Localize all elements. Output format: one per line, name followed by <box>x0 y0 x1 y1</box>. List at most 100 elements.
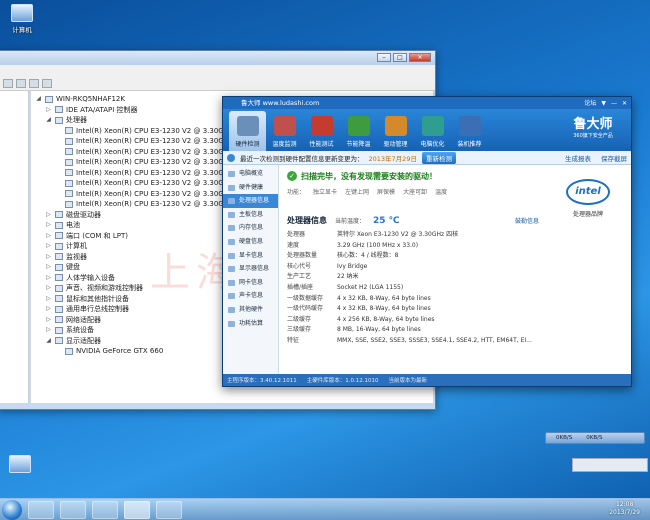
sidebar-item[interactable]: 网卡信息 <box>223 276 278 290</box>
tree-node-label: 端口 (COM 和 LPT) <box>66 231 128 240</box>
function-option[interactable]: 大座可卸 <box>403 187 427 196</box>
desktop-gadget[interactable] <box>572 458 648 472</box>
generate-report-link[interactable]: 生成报表 <box>565 153 591 163</box>
ludashi-footer: 主程序版本：3.40.12.1011 主硬件库版本：1.0.12.1010 当前… <box>223 374 631 386</box>
expand-icon[interactable]: ▷ <box>45 262 52 273</box>
taskbar-ie[interactable] <box>28 500 54 519</box>
ludashi-window[interactable]: 鲁大师 www.ludashi.com 论坛 ▼ — ✕ 硬件检测 温度监测 性能测… <box>222 96 632 387</box>
expand-icon[interactable]: ▷ <box>45 231 52 242</box>
recheck-button[interactable]: 重新检测 <box>421 151 456 164</box>
device-icon <box>55 116 63 124</box>
cpu-info-key: 三级缓存 <box>287 326 312 334</box>
ludashi-main: ✓ 扫描完毕，没有发现需要安装的驱动！ 功能： 独立显卡 左键上网 屏保模 大座可卸温… <box>281 165 545 374</box>
sidebar-item[interactable]: 显卡信息 <box>223 249 278 263</box>
cpu-info-value: 3.29 GHz (100 MHz x 33.0) <box>337 241 419 249</box>
function-option[interactable]: 温度 <box>435 187 447 196</box>
function-option[interactable]: 屏保模 <box>377 187 395 196</box>
desktop-icon-unlabeled[interactable] <box>0 455 40 475</box>
sidebar-item[interactable]: 主板信息 <box>223 208 278 222</box>
tab-label: 节能降温 <box>346 141 371 148</box>
expand-icon[interactable]: ▷ <box>45 294 52 305</box>
device-icon <box>55 253 63 261</box>
tree-node-label: 显示适配器 <box>66 336 101 345</box>
tree-node-label: Intel(R) Xeon(R) CPU E3-1230 V2 @ 3.30GH… <box>76 126 233 135</box>
taskbar-explorer[interactable] <box>60 500 86 519</box>
function-label: 功能： <box>287 188 306 196</box>
sidebar-item[interactable]: 功耗估算 <box>223 317 278 331</box>
tab-6[interactable]: 装机推荐 <box>451 111 488 151</box>
taskbar-ludashi[interactable] <box>124 500 150 519</box>
ludashi-sidebar: 电脑概览 硬件健康 处理器信息 主板信息 内存信息 硬盘信息 显卡信息 显示器信息 网卡信息 声卡… <box>223 165 279 374</box>
clock[interactable]: 12:08 2013/7/29 <box>609 501 640 517</box>
sidebar-item[interactable]: 处理器信息 <box>223 194 278 208</box>
expand-icon[interactable]: ▷ <box>45 315 52 326</box>
expand-icon[interactable]: ▷ <box>45 283 52 294</box>
intel-caption: 处理器品牌 <box>572 211 603 218</box>
device-icon <box>65 137 73 145</box>
device-icon <box>55 242 63 250</box>
tree-node-label: NVIDIA GeForce GTX 660 <box>76 347 164 355</box>
device-icon <box>65 148 73 156</box>
tree-node-label: 通用串行总线控制器 <box>66 305 129 313</box>
tab-1[interactable]: 温度监测 <box>266 111 303 151</box>
expand-icon[interactable]: ▷ <box>45 325 52 336</box>
tree-node-label: 键盘 <box>66 263 80 271</box>
expand-icon[interactable]: ▷ <box>45 304 52 315</box>
sidebar-item[interactable]: 声卡信息 <box>223 289 278 303</box>
start-button[interactable] <box>2 499 22 520</box>
device-manager-titlebar[interactable]: – □ ✕ <box>0 51 435 65</box>
properties-icon[interactable] <box>29 79 39 88</box>
expand-icon[interactable]: ◢ <box>45 336 52 347</box>
device-icon <box>65 179 73 187</box>
scan-status-text: 扫描完毕，没有发现需要安装的驱动！ <box>301 171 437 181</box>
expand-icon[interactable]: ▷ <box>45 220 52 231</box>
tab-2[interactable]: 性能测试 <box>303 111 340 151</box>
close-icon[interactable]: ✕ <box>409 53 431 62</box>
taskbar-device-manager[interactable] <box>156 500 182 519</box>
cpu-info-value: MMX, SSE, SSE2, SSE3, SSSE3, SSE4.1, SSE… <box>337 336 532 344</box>
desktop-icon-computer[interactable]: 计算机 <box>2 4 42 34</box>
expand-icon[interactable]: ◢ <box>45 115 52 126</box>
sidebar-item[interactable]: 硬盘信息 <box>223 235 278 249</box>
forward-icon[interactable] <box>16 79 26 88</box>
detail-link[interactable]: 鼓勒信息 <box>515 216 539 225</box>
expand-icon[interactable]: ◢ <box>35 94 42 105</box>
help-icon[interactable] <box>42 79 52 88</box>
back-icon[interactable] <box>3 79 13 88</box>
cpu-info-row: 速度 3.29 GHz (100 MHz x 33.0) <box>287 241 539 252</box>
ludashi-titlebar[interactable]: 鲁大师 www.ludashi.com 论坛 ▼ — ✕ <box>223 97 631 109</box>
tab-5[interactable]: 电脑优化 <box>414 111 451 151</box>
sidebar-item[interactable]: 其他硬件 <box>223 303 278 317</box>
device-icon <box>45 95 53 103</box>
device-icon <box>55 305 63 313</box>
save-screenshot-link[interactable]: 保存截屏 <box>601 153 627 163</box>
sidebar-item[interactable]: 内存信息 <box>223 221 278 235</box>
expand-icon[interactable]: ▷ <box>45 273 52 284</box>
tab-4[interactable]: 驱动管理 <box>377 111 414 151</box>
function-option[interactable]: 左键上网 <box>345 187 369 196</box>
cpu-info-row: 生产工艺 22 纳米 <box>287 272 539 283</box>
minimize-icon[interactable]: – <box>377 53 391 62</box>
left-pane <box>0 91 29 403</box>
taskbar-media[interactable] <box>92 500 118 519</box>
device-icon <box>65 200 73 208</box>
expand-icon[interactable]: ▷ <box>45 252 52 263</box>
function-option[interactable]: 独立显卡 <box>313 187 337 196</box>
sidebar-item[interactable]: 电脑概览 <box>223 167 278 181</box>
sidebar-item[interactable]: 显示器信息 <box>223 262 278 276</box>
expand-icon[interactable]: ▷ <box>45 241 52 252</box>
sidebar-item[interactable]: 硬件健康 <box>223 181 278 195</box>
tab-0[interactable]: 硬件检测 <box>229 111 266 151</box>
network-speed-widget[interactable]: 0KB/S 0KB/S <box>545 432 645 444</box>
tree-node-label: Intel(R) Xeon(R) CPU E3-1230 V2 @ 3.30GH… <box>76 147 233 156</box>
expand-icon[interactable]: ▷ <box>45 210 52 221</box>
tab-icon <box>236 116 259 136</box>
maximize-icon[interactable]: □ <box>393 53 407 62</box>
device-icon <box>55 263 63 271</box>
footer-main-version: 主程序版本：3.40.12.1011 <box>227 378 297 384</box>
device-icon <box>55 337 63 345</box>
cpu-info-key: 核心代号 <box>287 262 312 270</box>
tab-3[interactable]: 节能降温 <box>340 111 377 151</box>
expand-icon[interactable]: ▷ <box>45 105 52 116</box>
shortcut-icon <box>9 455 31 473</box>
